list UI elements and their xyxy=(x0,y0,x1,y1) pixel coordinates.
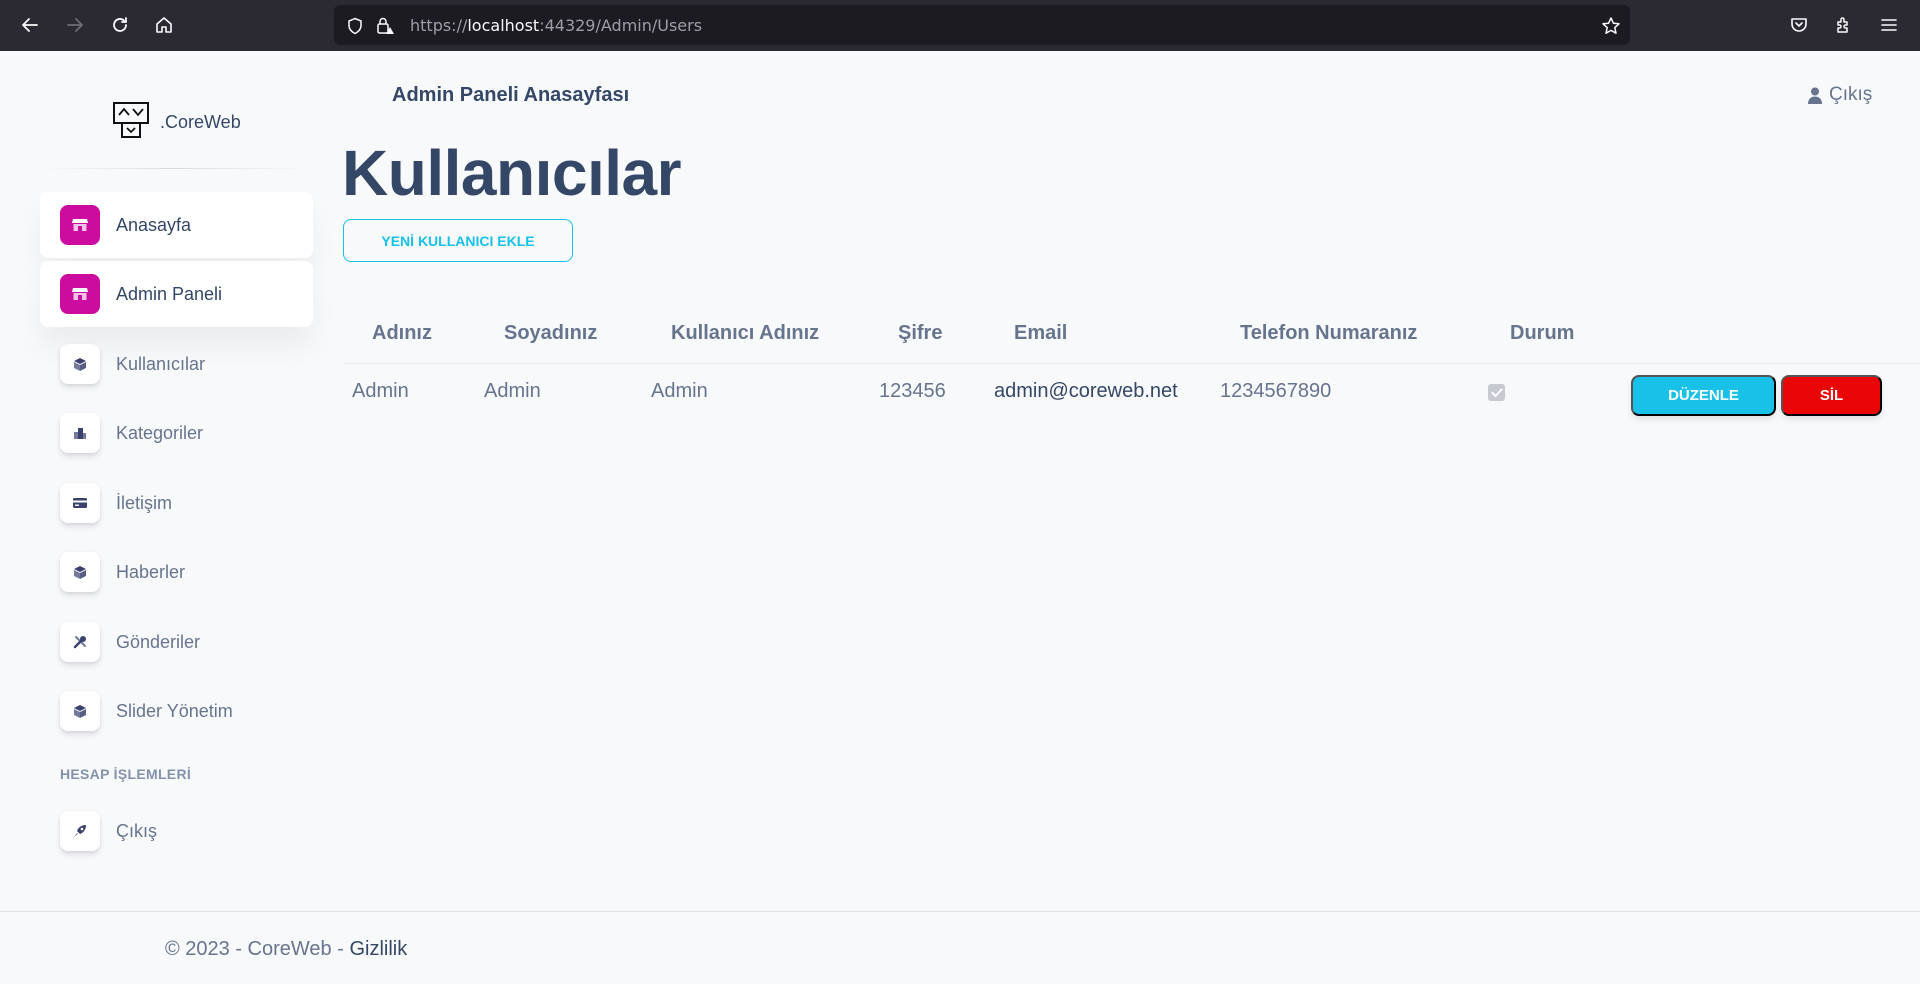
status-checkbox[interactable] xyxy=(1488,384,1505,401)
section-title: HESAP İŞLEMLERİ xyxy=(60,766,192,782)
menu-icon[interactable] xyxy=(1876,12,1902,38)
pocket-icon[interactable] xyxy=(1786,12,1812,38)
brand[interactable]: .CoreWeb xyxy=(112,101,241,144)
column-header: Telefon Numaranız xyxy=(1240,322,1418,344)
privacy-link[interactable]: Gizlilik xyxy=(349,938,407,960)
sidebar-item-label: Haberler xyxy=(116,561,186,582)
sidebar-item-label: Admin Paneli xyxy=(116,283,223,304)
sidebar-item-label: Çıkış xyxy=(116,820,158,841)
column-header: Soyadınız xyxy=(504,322,598,344)
extensions-icon[interactable] xyxy=(1831,12,1857,38)
sidebar: .CoreWeb Anasayfa Admin Paneli Kullanıcı… xyxy=(0,51,330,911)
sidebar-item-label: Gönderiler xyxy=(116,631,201,652)
sidebar-item-iletisim[interactable]: İletişim xyxy=(40,470,313,536)
page-title: Kullanıcılar xyxy=(342,137,682,209)
logout-link[interactable]: Çıkış xyxy=(1808,84,1872,106)
column-header: Adınız xyxy=(372,322,432,344)
lock-warning-icon[interactable] xyxy=(374,15,396,37)
sidebar-item-label: Kategoriler xyxy=(116,422,204,443)
sidebar-item-slider-yonetim[interactable]: Slider Yönetim xyxy=(40,678,313,744)
rocket-icon xyxy=(60,811,100,851)
brand-name: .CoreWeb xyxy=(160,112,241,132)
delete-button[interactable]: SİL xyxy=(1781,375,1882,416)
sidebar-item-label: Anasayfa xyxy=(116,214,192,235)
url-text: https://localhost:44329/Admin/Users xyxy=(410,16,703,35)
office-icon xyxy=(60,413,100,453)
edit-button[interactable]: DÜZENLE xyxy=(1631,375,1776,416)
shop-icon xyxy=(60,274,100,314)
footer-text: © 2023 - CoreWeb - xyxy=(165,938,350,960)
credit-card-icon xyxy=(60,483,100,523)
cell-password: 123456 xyxy=(879,380,946,402)
forward-icon[interactable] xyxy=(62,12,88,38)
logo-icon xyxy=(112,101,150,144)
sidebar-item-anasayfa[interactable]: Anasayfa xyxy=(40,192,313,258)
sidebar-item-kullanicilar[interactable]: Kullanıcılar xyxy=(40,331,313,397)
sidebar-divider xyxy=(40,168,310,169)
sidebar-item-admin-paneli[interactable]: Admin Paneli xyxy=(40,261,313,327)
back-icon[interactable] xyxy=(17,12,43,38)
box-icon xyxy=(60,691,100,731)
bookmark-star-icon[interactable] xyxy=(1600,15,1622,37)
box-icon xyxy=(60,552,100,592)
address-bar[interactable]: https://localhost:44329/Admin/Users xyxy=(334,5,1630,45)
footer-divider xyxy=(0,911,1920,912)
user-icon xyxy=(1808,87,1822,104)
home-icon[interactable] xyxy=(151,12,177,38)
sidebar-item-gonderiler[interactable]: Gönderiler xyxy=(40,609,313,675)
column-header: Durum xyxy=(1510,322,1575,344)
logout-label: Çıkış xyxy=(1829,84,1873,105)
footer: © 2023 - CoreWeb - Gizlilik xyxy=(165,938,407,961)
column-header: Şifre xyxy=(898,322,943,344)
shield-icon[interactable] xyxy=(344,15,366,37)
cell-first-name: Admin xyxy=(352,380,409,402)
shop-icon xyxy=(60,205,100,245)
sidebar-item-kategoriler[interactable]: Kategoriler xyxy=(40,400,313,466)
settings-tools-icon xyxy=(60,622,100,662)
box-icon xyxy=(60,344,100,384)
cell-last-name: Admin xyxy=(484,380,541,402)
sidebar-item-label: Kullanıcılar xyxy=(116,353,206,374)
column-header: Email xyxy=(1014,322,1068,344)
sidebar-item-label: İletişim xyxy=(116,492,173,513)
reload-icon[interactable] xyxy=(107,12,133,38)
cell-email: admin@coreweb.net xyxy=(994,380,1178,402)
add-user-button[interactable]: YENİ KULLANICI EKLE xyxy=(343,219,573,262)
cell-phone: 1234567890 xyxy=(1220,380,1332,402)
browser-toolbar: https://localhost:44329/Admin/Users xyxy=(0,0,1920,51)
column-header: Kullanıcı Adınız xyxy=(671,322,820,344)
sidebar-item-label: Slider Yönetim xyxy=(116,700,233,721)
table-divider xyxy=(343,363,1920,364)
sidebar-item-cikis[interactable]: Çıkış xyxy=(40,798,313,864)
sidebar-item-haberler[interactable]: Haberler xyxy=(40,539,313,605)
cell-username: Admin xyxy=(651,380,708,402)
header-title[interactable]: Admin Paneli Anasayfası xyxy=(392,84,629,107)
